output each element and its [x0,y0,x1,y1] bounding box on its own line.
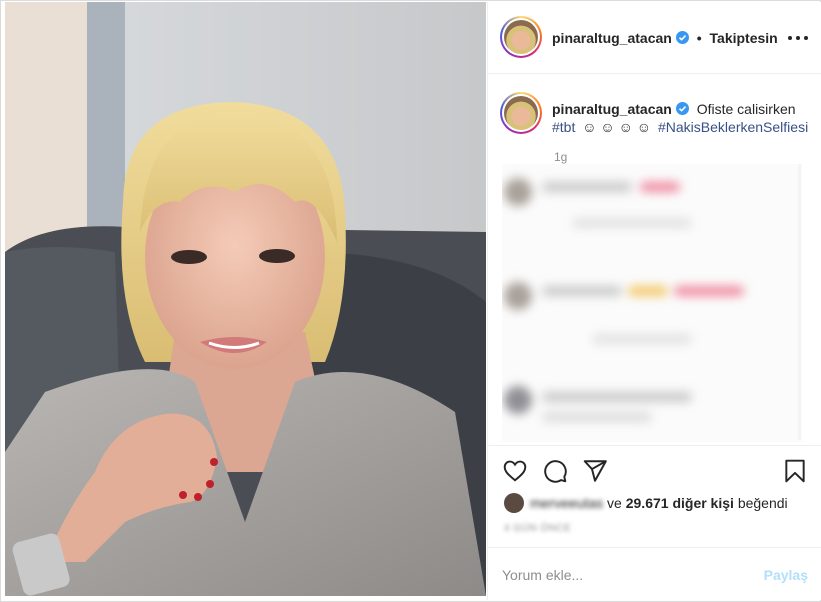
comment-box: Paylaş [488,547,821,602]
post-modal: pinaraltug_atacan • Takiptesin pinaraltu… [0,0,821,602]
comments-scrollbar[interactable] [798,164,801,440]
profile-avatar[interactable] [500,16,542,58]
post-side-panel: pinaraltug_atacan • Takiptesin pinaraltu… [487,2,821,600]
liker-username[interactable]: merveeutas [530,495,603,511]
blurred-comments-list [502,164,802,442]
header-username[interactable]: pinaraltug_atacan [552,30,672,46]
caption-body: Ofiste calisirken [696,101,796,117]
caption-emojis: ☺ ☺ ☺ ☺ [582,119,652,135]
caption-text: pinaraltug_atacan Ofiste calisirken #tbt… [552,100,812,136]
separator-dot: • [696,30,702,46]
header-user-line: pinaraltug_atacan • Takiptesin [552,30,778,46]
paper-plane-icon[interactable] [582,458,608,484]
post-caption: pinaraltug_atacan Ofiste calisirken #tbt… [488,74,821,164]
verified-badge-icon [675,102,689,115]
bookmark-icon[interactable] [782,458,808,484]
likes-connector: ve [607,495,622,511]
caption-avatar[interactable] [500,92,542,134]
likes-suffix: beğendi [737,495,788,511]
post-actions [488,445,821,493]
selfie-image [5,2,486,596]
hashtag-link[interactable]: #NakisBeklerkenSelfiesi [658,119,808,135]
post-comment-button[interactable]: Paylaş [764,567,808,583]
post-header: pinaraltug_atacan • Takiptesin [488,2,821,74]
comment-icon[interactable] [542,458,568,484]
follow-status-button[interactable]: Takiptesin [710,30,778,46]
hashtag-link[interactable]: #tbt [552,119,575,135]
likes-count-link[interactable]: 29.671 diğer kişi [626,495,734,511]
likes-summary: merveeutas ve 29.671 diğer kişi beğendi [504,493,814,515]
post-photo[interactable] [5,2,486,596]
caption-username[interactable]: pinaraltug_atacan [552,101,672,117]
more-options-icon[interactable] [788,28,808,48]
verified-badge-icon [675,31,689,44]
post-date: 4 GÜN ÖNCE [504,523,572,534]
caption-time: 1g [554,150,568,164]
comment-input[interactable] [502,564,732,586]
heart-icon[interactable] [502,458,528,484]
liker-avatar[interactable] [504,493,524,513]
